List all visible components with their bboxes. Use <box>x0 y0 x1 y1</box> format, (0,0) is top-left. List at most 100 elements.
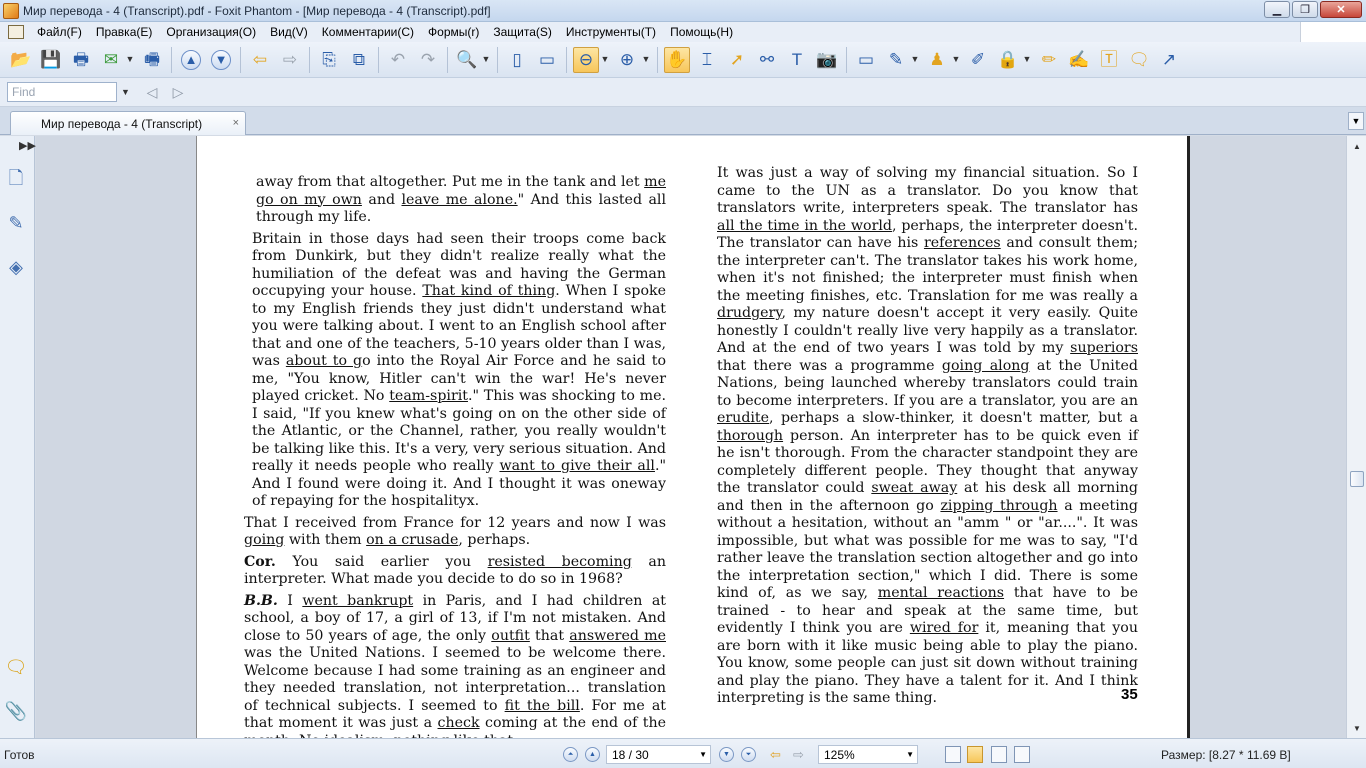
menu-help[interactable]: Помощь(H) <box>663 25 740 39</box>
menu-forms[interactable]: Формы(r) <box>421 25 486 39</box>
zoom-out-dropdown-icon[interactable]: ▼ <box>601 47 610 73</box>
save-icon[interactable]: 💾 <box>38 47 64 73</box>
find-previous-icon[interactable]: ◁ <box>143 83 161 101</box>
find-input[interactable] <box>7 82 117 102</box>
bookmark-pen-icon[interactable]: ✎ <box>6 212 26 234</box>
select-text-icon[interactable]: ⌶ <box>694 47 720 73</box>
undo-icon[interactable]: ↶ <box>385 47 411 73</box>
print-icon[interactable]: 🖶 <box>68 47 94 73</box>
main-toolbar: 📂 💾 🖶 ✉ ▼ 🖷 ▲ ▼ ⇦ ⇨ ⎘ ⧉ ↶ ↷ 🔍 ▼ ▯ ▭ ⊖ ▼ … <box>0 42 1366 78</box>
typewriter-icon[interactable]: ✎ <box>883 47 909 73</box>
facing-view-icon[interactable] <box>991 746 1007 763</box>
document-tab[interactable]: Мир перевода - 4 (Transcript) × <box>10 111 246 135</box>
fit-width-icon[interactable]: ▭ <box>534 47 560 73</box>
menu-comments[interactable]: Комментарии(C) <box>315 25 421 39</box>
select-annotation-icon[interactable]: ➚ <box>724 47 750 73</box>
edit-text-icon[interactable]: ✏ <box>1036 47 1062 73</box>
vertical-scrollbar[interactable]: ▲ ▼ <box>1346 136 1366 738</box>
stamp-dropdown-icon[interactable]: ▼ <box>952 47 961 73</box>
find-next-icon[interactable]: ▷ <box>169 83 187 101</box>
layers-icon[interactable]: ◈ <box>6 256 26 278</box>
next-page-icon[interactable]: ▼ <box>211 49 231 70</box>
scroll-thumb[interactable] <box>1350 471 1364 487</box>
text-viewer-icon[interactable]: T <box>784 47 810 73</box>
page-number-field[interactable]: 18 / 30 ▼ <box>606 745 711 764</box>
find-binoculars-icon[interactable]: ⚯ <box>754 47 780 73</box>
document-view[interactable]: away from that altogether. Put me in the… <box>36 136 1346 738</box>
tab-list-dropdown-icon[interactable]: ▼ <box>1348 112 1364 130</box>
paragraph: That I received from France for 12 years… <box>244 514 666 549</box>
close-button[interactable]: ✕ <box>1320 1 1362 18</box>
menu-file[interactable]: Файл(F) <box>30 25 89 39</box>
restore-button[interactable]: ❐ <box>1292 1 1318 18</box>
page-thumbnails-icon[interactable]: 🗋 <box>6 168 26 192</box>
zoom-tool-icon[interactable]: 🔍 <box>454 47 480 73</box>
back-view-icon[interactable]: ⇦ <box>770 747 781 763</box>
continuous-view-icon[interactable] <box>967 746 983 763</box>
single-page-view-icon[interactable] <box>945 746 961 763</box>
left-text-column: away from that altogether. Put me in the… <box>244 174 666 738</box>
zoom-in-icon[interactable]: ⊕ <box>614 47 640 73</box>
document-tab-label: Мир перевода - 4 (Transcript) <box>41 116 203 131</box>
email-icon[interactable]: ✉ <box>98 47 124 73</box>
email-dropdown-icon[interactable]: ▼ <box>126 47 135 73</box>
zoom-level-field[interactable]: 125% ▼ <box>818 745 918 764</box>
forward-arrow-icon[interactable]: ⇨ <box>277 47 303 73</box>
status-ready-text: Готов <box>4 748 35 762</box>
fit-page-icon[interactable]: ▯ <box>504 47 530 73</box>
menu-organize[interactable]: Организация(O) <box>159 25 263 39</box>
note-icon[interactable]: 🗨 <box>1126 47 1152 73</box>
open-icon[interactable]: 📂 <box>8 47 34 73</box>
lock-icon[interactable]: 🔒 <box>995 47 1021 73</box>
back-arrow-icon[interactable]: ⇦ <box>247 47 273 73</box>
insert-pages-icon[interactable]: ⧉ <box>346 47 372 73</box>
find-bar: ▼ ◁ ▷ <box>0 78 1366 107</box>
lock-dropdown-icon[interactable]: ▼ <box>1023 47 1032 73</box>
tab-close-icon[interactable]: × <box>233 117 239 129</box>
next-page-status-icon[interactable]: ▼ <box>719 747 734 762</box>
previous-page-status-icon[interactable]: ▲ <box>585 747 600 762</box>
extract-pages-icon[interactable]: ⎘ <box>316 47 342 73</box>
previous-page-icon[interactable]: ▲ <box>181 49 201 70</box>
minimize-button[interactable]: ▁ <box>1264 1 1290 18</box>
stamp-icon[interactable]: ♟ <box>924 47 950 73</box>
paperclip-icon[interactable]: 📎 <box>5 700 27 722</box>
menu-edit[interactable]: Правка(E) <box>89 25 160 39</box>
edit-object-icon[interactable]: ✍ <box>1066 47 1092 73</box>
title-bar: Мир перевода - 4 (Transcript).pdf - Foxi… <box>0 0 1366 22</box>
hand-tool-icon[interactable]: ✋ <box>664 46 690 73</box>
textbox-icon[interactable]: 🅃 <box>1096 47 1122 73</box>
first-page-icon[interactable]: ⏶ <box>563 747 578 762</box>
status-bar: Готов ⏶ ▲ 18 / 30 ▼ ▼ ⏷ ⇦ ⇨ 125% ▼ Разме… <box>0 738 1366 768</box>
sign-icon[interactable]: ✐ <box>965 47 991 73</box>
redo-icon[interactable]: ↷ <box>415 47 441 73</box>
page-dropdown-icon[interactable]: ▼ <box>699 750 707 759</box>
snapshot-icon[interactable]: 📷 <box>814 47 840 73</box>
scroll-up-icon[interactable]: ▲ <box>1349 138 1365 154</box>
paragraph: Cor. You said earlier you resisted becom… <box>244 553 666 588</box>
page-number: 35 <box>1121 686 1138 703</box>
right-text-column: It was just a way of solving my financia… <box>717 165 1138 712</box>
typewriter-dropdown-icon[interactable]: ▼ <box>911 47 920 73</box>
menu-bar: Файл(F) Правка(E) Организация(O) Вид(V) … <box>0 22 1366 42</box>
zoom-dropdown-icon[interactable]: ▼ <box>906 750 914 759</box>
zoom-in-dropdown-icon[interactable]: ▼ <box>642 47 651 73</box>
double-arrow-right-icon[interactable]: ▶▶ <box>19 139 36 152</box>
scroll-down-icon[interactable]: ▼ <box>1349 720 1365 736</box>
menu-tools[interactable]: Инструменты(T) <box>559 25 663 39</box>
document-menu-icon[interactable] <box>8 25 24 39</box>
single-page-icon[interactable]: ▭ <box>853 47 879 73</box>
last-page-icon[interactable]: ⏷ <box>741 747 756 762</box>
find-dropdown-icon[interactable]: ▼ <box>121 87 133 97</box>
arrow-tool-icon[interactable]: ↗ <box>1156 47 1182 73</box>
continuous-facing-view-icon[interactable] <box>1014 746 1030 763</box>
comment-icon[interactable]: 🗨 <box>5 656 28 678</box>
scan-icon[interactable]: 🖷 <box>139 47 165 73</box>
menu-protect[interactable]: Защита(S) <box>486 25 559 39</box>
forward-view-icon[interactable]: ⇨ <box>793 747 804 763</box>
zoom-tool-dropdown-icon[interactable]: ▼ <box>482 47 491 73</box>
paragraph: B.B. I went bankrupt in Paris, and I had… <box>244 592 667 739</box>
zoom-out-icon[interactable]: ⊖ <box>573 46 599 73</box>
menu-view[interactable]: Вид(V) <box>263 25 315 39</box>
page-number-value: 18 / 30 <box>612 748 649 762</box>
